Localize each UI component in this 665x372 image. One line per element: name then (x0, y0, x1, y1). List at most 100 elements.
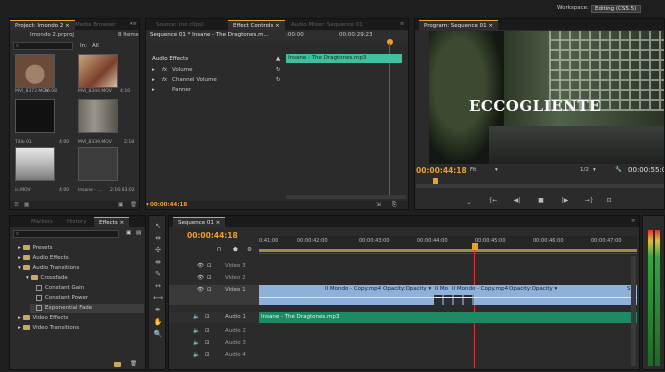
effects-item-exponential-fade[interactable]: Exponential Fade (30, 304, 144, 313)
speaker-icon[interactable]: 🔈 (193, 340, 200, 347)
tab-sequence-01[interactable]: Sequence 01 × (173, 217, 226, 228)
timeline-playhead-marker[interactable] (472, 243, 478, 250)
chevron-down-icon[interactable]: ▾ (495, 167, 498, 174)
hand-tool-icon[interactable]: ✋ (153, 318, 163, 327)
track-video-2[interactable]: 👁 ⊡ Video 2 (169, 273, 259, 284)
thumb-4[interactable] (78, 99, 118, 133)
ec-row-channel-volume[interactable]: ▸ fx Channel Volume ↻ (152, 77, 282, 85)
expand-arrow-icon[interactable]: ▸ (152, 77, 155, 84)
ec-timecode[interactable]: 00:00:44:18 (150, 202, 187, 209)
search-in-value[interactable]: All (92, 43, 99, 50)
stop-button[interactable]: ■ (535, 197, 547, 205)
list-view-icon[interactable]: ☰ (14, 202, 19, 209)
tab-effect-controls[interactable]: Effect Controls × (228, 20, 285, 31)
thumb-3[interactable] (15, 99, 55, 133)
expand-arrow-icon[interactable]: ▸ (152, 87, 155, 94)
timeline-ruler[interactable]: 0:41:00 00:00:42:00 00:00:43:00 00:00:44… (259, 236, 637, 254)
effects-item-audio-transitions[interactable]: ▾ Audio Transitions (18, 264, 79, 273)
clip-opacity-label[interactable]: Opacity:Opacity ▾ (509, 286, 557, 293)
effects-item-constant-gain[interactable]: Constant Gain (36, 284, 84, 293)
effects-item-constant-power[interactable]: Constant Power (36, 294, 88, 303)
project-search-input[interactable]: ⌕ (13, 42, 73, 50)
fx-badge[interactable]: fx (162, 77, 167, 84)
clip-audio-1[interactable]: Insane - The Dragtones.mp3 (259, 312, 637, 323)
zoom-icon[interactable]: ⇲ (376, 202, 381, 209)
eye-icon[interactable]: 👁 (197, 263, 204, 270)
export-frame-button[interactable]: ⊡ (603, 197, 615, 205)
timeline-scrollbar[interactable] (631, 256, 636, 366)
clip-opacity-line[interactable] (259, 297, 637, 298)
lock-icon[interactable]: ⊡ (207, 263, 212, 270)
eye-icon[interactable]: 👁 (197, 287, 204, 294)
trash-icon[interactable]: 🗑 (130, 361, 137, 368)
accelerated-effects-icon[interactable]: ▣ (126, 230, 131, 237)
expand-arrow-icon[interactable]: ▾ (26, 275, 31, 281)
new-folder-icon[interactable] (114, 362, 121, 367)
mark-in-button[interactable]: ⎵ (463, 197, 475, 205)
trash-icon[interactable]: 🗑 (130, 202, 137, 209)
tab-effects[interactable]: Effects × (94, 217, 130, 228)
expand-arrow-icon[interactable]: ▸ (18, 325, 23, 331)
lock-icon[interactable]: ⊡ (207, 287, 212, 294)
effects-search-input[interactable]: ⌕ (13, 230, 119, 238)
clip-video-1[interactable]: Il Mondo - Copy.mp4 Opacity:Opacity ▾ Il… (259, 285, 637, 305)
ec-section-arrow-icon[interactable]: ▲ (276, 56, 280, 63)
tab-program[interactable]: Program: Sequence 01 × (419, 20, 499, 31)
program-resolution-select[interactable]: 1/2 (580, 167, 589, 174)
track-audio-3[interactable]: 🔈 ⊡ Audio 3 (169, 338, 259, 349)
track-video-1[interactable]: 👁 ⊡ Video 1 (169, 285, 259, 305)
effects-item-video-transitions[interactable]: ▸ Video Transitions (18, 324, 79, 333)
thumb-2[interactable] (78, 54, 118, 88)
panel-menu-icon[interactable]: ▾≡ (130, 22, 137, 27)
rolling-edit-tool-icon[interactable]: ⇼ (153, 258, 163, 267)
icon-view-icon[interactable]: ▦ (24, 202, 29, 209)
program-timecode[interactable]: 00:00:44:18 (416, 166, 467, 175)
go-to-out-button[interactable]: →} (583, 197, 595, 205)
go-to-in-button[interactable]: {← (487, 197, 499, 205)
timeline-timecode[interactable]: 00:00:44:18 (187, 231, 238, 240)
lock-icon[interactable]: ⊡ (205, 314, 210, 321)
ripple-edit-tool-icon[interactable]: ✣ (153, 246, 163, 255)
expand-arrow-icon[interactable]: ▸ (18, 245, 23, 251)
lock-icon[interactable]: ⊡ (205, 340, 210, 347)
expand-arrow-icon[interactable]: ▸ (152, 67, 155, 74)
effects-item-video-effects[interactable]: ▸ Video Effects (18, 314, 68, 323)
program-fit-select[interactable]: Fit (470, 167, 476, 174)
track-audio-4[interactable]: 🔈 ⊡ Audio 4 (169, 350, 259, 361)
panel-menu-icon[interactable]: ≡ (631, 219, 637, 224)
razor-tool-icon[interactable]: ✎ (153, 270, 163, 279)
selection-tool-icon[interactable]: ↖ (153, 222, 163, 231)
lock-icon[interactable]: ⊡ (205, 328, 210, 335)
new-bin-icon[interactable]: ▤ (136, 230, 141, 237)
tab-markers[interactable]: Markers (26, 217, 58, 227)
ec-row-volume[interactable]: ▸ fx Volume ↻ (152, 67, 282, 75)
wrench-icon[interactable]: 🔧 (615, 167, 622, 174)
program-scrub-bar[interactable] (416, 184, 664, 188)
ec-row-panner[interactable]: ▸ Panner (152, 87, 282, 95)
clip-opacity-label[interactable]: Opacity:Opacity ▾ (383, 286, 431, 293)
step-back-button[interactable]: ◀| (511, 197, 523, 205)
reset-icon[interactable]: ↻ (276, 77, 281, 84)
snap-icon[interactable]: ⊓ (217, 247, 221, 254)
slip-tool-icon[interactable]: ↔ (153, 282, 163, 291)
thumb-1[interactable] (15, 54, 55, 88)
tab-history[interactable]: History (62, 217, 92, 227)
thumb-6[interactable] (78, 147, 118, 181)
expand-arrow-icon[interactable]: ▾ (18, 265, 23, 271)
effects-item-audio-effects[interactable]: ▸ Audio Effects (18, 254, 69, 263)
workspace-select[interactable]: Editing (CS5.5) (591, 5, 641, 13)
eye-icon[interactable]: 👁 (197, 275, 204, 282)
reset-icon[interactable]: ↻ (276, 67, 281, 74)
export-icon[interactable]: ⎘ (392, 202, 396, 209)
track-audio-2[interactable]: 🔈 ⊡ Audio 2 (169, 326, 259, 337)
speaker-icon[interactable]: 🔈 (193, 328, 200, 335)
track-video-3[interactable]: 👁 ⊡ Video 3 (169, 261, 259, 272)
settings-icon[interactable]: ⚙ (247, 247, 252, 254)
ruler-work-area[interactable] (259, 249, 637, 252)
speaker-icon[interactable]: 🔈 (193, 352, 200, 359)
effects-item-presets[interactable]: ▸ Presets (18, 244, 53, 253)
fx-badge[interactable]: fx (162, 67, 167, 74)
step-forward-button[interactable]: |▶ (559, 197, 571, 205)
lock-icon[interactable]: ⊡ (207, 275, 212, 282)
effects-item-crossfade[interactable]: ▾ Crossfade (26, 274, 68, 283)
